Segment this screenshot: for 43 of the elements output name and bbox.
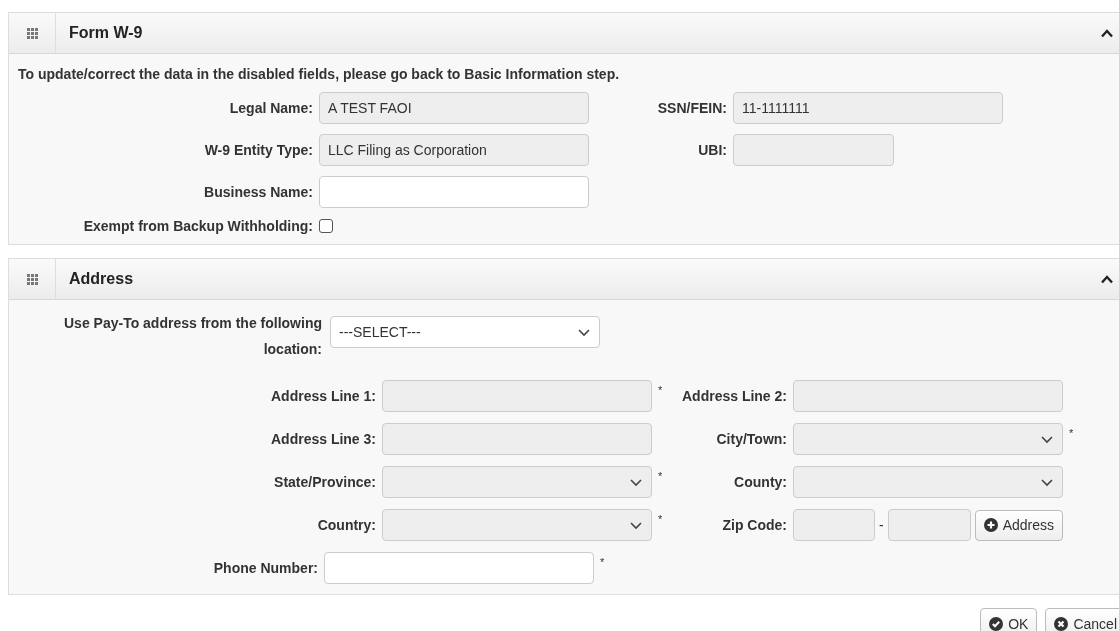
chevron-down-icon [629, 476, 643, 488]
chevron-up-icon[interactable] [1101, 28, 1113, 38]
panel-title: Form W-9 [69, 24, 144, 42]
field-label: Address Line 2: [680, 388, 788, 404]
chevron-down-icon [1040, 476, 1054, 488]
field-label: Legal Name: [228, 100, 314, 116]
grid-icon [26, 27, 38, 39]
required-asterisk: * [658, 513, 663, 525]
field-label: UBI: [697, 142, 728, 158]
field-label: State/Province: [273, 474, 377, 490]
text-field[interactable] [319, 176, 589, 208]
dash-separator: - [878, 517, 885, 533]
ok-button[interactable]: OK [980, 608, 1038, 631]
chevron-down-icon [1040, 433, 1054, 445]
check-circle-icon [989, 616, 1004, 631]
dropdown-field[interactable]: ---SELECT--- [330, 316, 600, 348]
field-label: Address Line 1: [269, 388, 377, 404]
chevron-up-icon[interactable] [1101, 274, 1113, 284]
checkbox[interactable] [319, 219, 333, 233]
field-label: Exempt from Backup Withholding: [82, 218, 314, 234]
required-asterisk: * [658, 384, 663, 396]
field-label: SSN/FEIN: [656, 100, 728, 116]
chevron-down-icon [577, 326, 591, 338]
chevron-down-icon [629, 519, 643, 531]
cancel-button[interactable]: Cancel [1045, 608, 1119, 631]
cancel-circle-icon [1054, 616, 1069, 631]
grid-icon [26, 273, 38, 285]
notice-text: To update/correct the data in the disabled fields, please go back to Basic Information step. [17, 65, 621, 84]
required-asterisk: * [658, 470, 663, 482]
field-label: W-9 Entity Type: [203, 142, 314, 158]
field-label: County: [733, 474, 788, 490]
required-asterisk: * [600, 556, 605, 568]
plus-circle-icon [983, 518, 998, 532]
panel-title: Address [69, 270, 135, 288]
field-label: Business Name: [203, 184, 314, 200]
field-label: Phone Number: [212, 560, 319, 576]
required-asterisk: * [1069, 427, 1074, 439]
field-label: City/Town: [715, 431, 788, 447]
field-label: Address Line 3: [269, 431, 377, 447]
field-label: Use Pay-To address from the following location: [63, 314, 323, 359]
text-field[interactable] [324, 552, 594, 584]
field-label: Country: [316, 517, 377, 533]
field-label: Zip Code: [721, 517, 788, 533]
